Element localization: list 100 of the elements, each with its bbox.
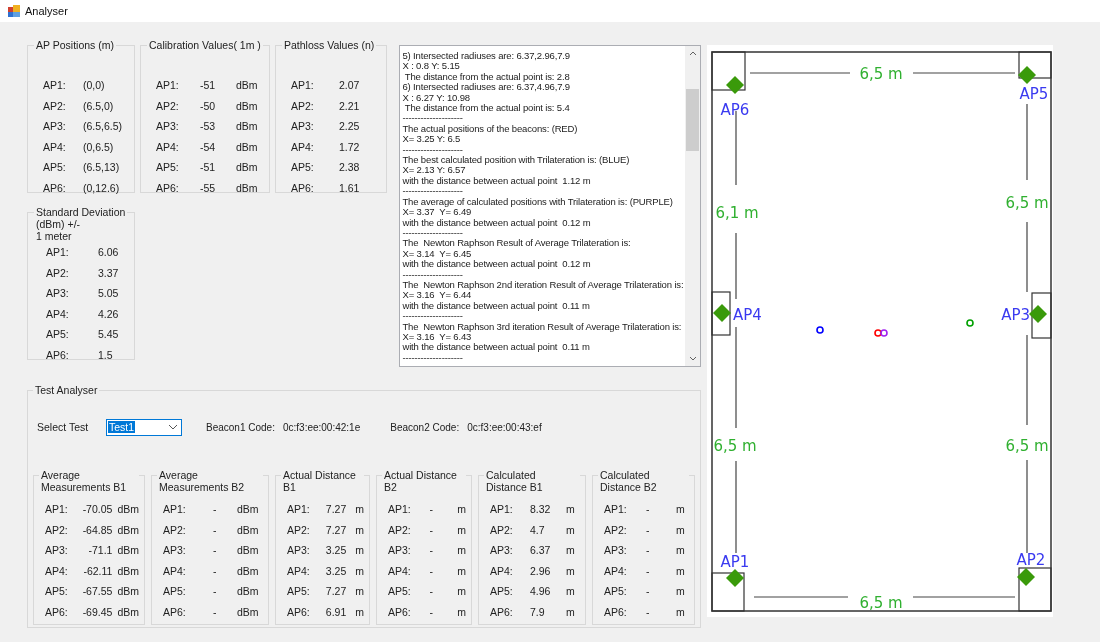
row-label: AP5: [45, 585, 69, 598]
unit-label: m [566, 503, 575, 516]
unit-label: m [457, 585, 466, 598]
row-label: AP2: [45, 523, 69, 536]
row-label: AP3: [45, 544, 69, 557]
log-line: -------------------- [402, 227, 464, 239]
group-title: Actual Distance B2 [382, 469, 466, 493]
row-label: AP3: [490, 544, 514, 557]
row-value: -53 [200, 120, 217, 133]
group-title: AP Positions (m) [34, 39, 116, 51]
log-line: with the distance between actual point 1.12 m [402, 175, 592, 187]
row-label: AP5: [43, 161, 67, 174]
row-label: AP2: [604, 523, 628, 536]
log-line: The distance from the actual point is: 2.8 [403, 71, 571, 83]
beacon-label: Beacon1 Code: [206, 421, 275, 433]
row-value: - [213, 503, 218, 516]
row-label: AP3: [156, 120, 180, 133]
dimension-label: 6,5 m [1005, 437, 1049, 455]
row-value: - [429, 605, 435, 618]
row-value: 6.37 [530, 544, 552, 557]
unit-label: dBm [117, 605, 139, 618]
group-title: Average Measurements B1 [39, 469, 139, 493]
unit-label: dBm [117, 523, 139, 536]
row-value: (0,12.6) [83, 181, 120, 194]
caret-icon [168, 424, 178, 430]
unit-label: dBm [236, 120, 258, 133]
row-value: 1.61 [339, 181, 360, 194]
row-value: 1.5 [98, 348, 113, 361]
unit-label: m [355, 585, 364, 598]
row-value: -55 [200, 181, 217, 194]
row-value: -71.1 [87, 544, 113, 557]
row-label: AP2: [388, 523, 412, 536]
row-label: AP1: [604, 503, 628, 516]
row-label: AP2: [490, 523, 514, 536]
row-label: AP6: [490, 605, 514, 618]
unit-label: m [676, 605, 685, 618]
row-value: - [646, 523, 651, 536]
unit-label: m [457, 605, 466, 618]
row-value: - [646, 544, 651, 557]
row-label: AP3: [46, 287, 70, 300]
row-label: AP4: [43, 140, 67, 153]
row-label: AP3: [291, 120, 315, 133]
unit-label: dBm [237, 585, 259, 598]
log-line: X= 3.16 Y= 6.44 [402, 290, 472, 301]
row-label: AP6: [163, 605, 187, 618]
row-value: 3.25 [324, 544, 347, 557]
log-line: -------------------- [402, 113, 464, 124]
row-value: 5.45 [98, 328, 119, 341]
group-title: Calculated Distance B1 [484, 469, 580, 493]
log-line: The distance from the actual point is: 5.4 [403, 103, 571, 114]
ap-label: AP4 [733, 306, 762, 324]
row-label: AP5: [287, 585, 311, 598]
row-value: 7.27 [324, 585, 347, 598]
dimension-label: 6,5 m [713, 437, 757, 455]
row-label: AP4: [604, 564, 628, 577]
row-value: 8.32 [530, 503, 552, 516]
test-select[interactable]: Test1 [106, 418, 182, 436]
row-value: 5.05 [98, 287, 119, 300]
unit-label: m [457, 503, 466, 516]
output-textbox[interactable] [399, 45, 701, 367]
row-label: AP6: [604, 605, 628, 618]
unit-label: dBm [236, 99, 258, 112]
row-label: AP5: [163, 585, 187, 598]
unit-label: dBm [236, 140, 258, 153]
row-label: AP5: [388, 585, 412, 598]
access-point-marker [1017, 568, 1035, 586]
row-value: (6.5,13) [83, 161, 120, 174]
row-value: - [429, 523, 435, 536]
row-value: (6.5,6.5) [83, 120, 123, 133]
scrollbar-thumb[interactable] [686, 89, 699, 151]
ap-label: AP6 [720, 101, 750, 119]
row-label: AP5: [46, 328, 70, 341]
log-line: The average of calculated positions with Trilateration is: (PURPLE) [402, 196, 674, 208]
log-line: with the distance between actual point 0.11 m [402, 342, 591, 353]
row-value: 7.9 [530, 605, 546, 618]
beacon-code: 0c:f3:ee:00:42:1e [282, 421, 361, 433]
row-label: AP1: [45, 503, 69, 516]
row-label: AP2: [156, 99, 180, 112]
log-line: X= 2.13 Y: 6.57 [402, 165, 467, 176]
row-value: 7.27 [324, 523, 347, 536]
row-value: 2.96 [530, 564, 552, 577]
row-value: 1.72 [339, 140, 360, 153]
unit-label: dBm [236, 161, 258, 174]
row-value: -51 [200, 161, 217, 174]
row-label: AP1: [46, 246, 70, 259]
scrollbar[interactable] [685, 46, 700, 366]
log-line: The Newton Raphson 2nd iteration Result of Average Trilateration is: [402, 279, 685, 291]
row-label: AP2: [291, 99, 315, 112]
unit-label: dBm [236, 181, 258, 194]
dimension-label: 6,5 m [1005, 194, 1049, 212]
row-value: - [213, 564, 218, 577]
row-label: AP4: [45, 564, 69, 577]
unit-label: dBm [237, 503, 259, 516]
log-line: X : 6.27 Y: 10.98 [402, 92, 471, 104]
ap-label: AP5 [1019, 85, 1049, 103]
row-value: - [646, 503, 651, 516]
row-value: - [646, 564, 651, 577]
corner-box [711, 291, 731, 336]
log-line: X= 3.16 Y= 6.43 [402, 331, 472, 343]
log-line: -------------------- [402, 352, 464, 364]
